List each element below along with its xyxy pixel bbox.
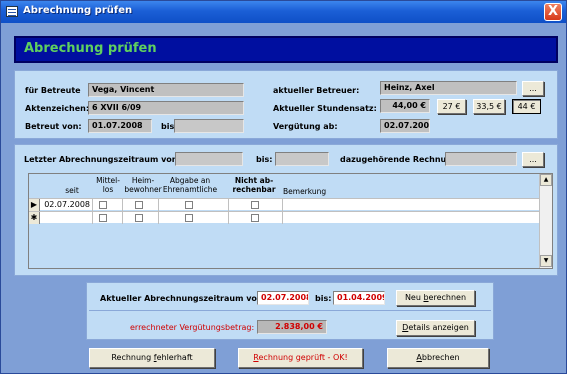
aktenzeichen-field[interactable]: 6 XVII 6/09 <box>88 101 244 115</box>
verguetung-label: Vergütung ab: <box>273 122 338 131</box>
cell-mittellos[interactable] <box>93 199 123 211</box>
cell-seit[interactable]: 02.07.2008 <box>41 199 93 211</box>
summary-divider <box>89 310 491 311</box>
betreuer-label: aktueller Betreuer: <box>273 86 360 95</box>
header-bar: Abrechung prüfen <box>14 36 558 63</box>
ok-label: echnung geprüft - OK! <box>258 353 348 362</box>
letzter-von-field[interactable] <box>175 152 243 166</box>
details-anzeigen-button[interactable]: Details anzeigen <box>396 320 475 336</box>
zeitraum-bis-field[interactable]: 01.04.2009 <box>333 291 385 305</box>
grid-row[interactable]: ▶ 02.07.2008 <box>29 198 540 211</box>
rate-33-5-button[interactable]: 33,5 € <box>473 99 505 114</box>
heimbewohner-checkbox[interactable] <box>135 201 143 209</box>
betreut-von-label: Betreut von: <box>25 122 82 131</box>
current-record-icon: ▶ <box>29 199 40 211</box>
close-button[interactable]: X <box>544 3 562 21</box>
info-panel: für Betreute Vega, Vincent Aktenzeichen:… <box>14 70 558 139</box>
col-nicht-abrechenbar: Nicht ab- rechenbar <box>232 176 276 194</box>
abgabe-checkbox[interactable] <box>185 214 193 222</box>
letzter-bis-field[interactable] <box>275 152 329 166</box>
mittellos-checkbox[interactable] <box>99 214 107 222</box>
betrag-field[interactable]: 2.838,00 € <box>257 320 327 334</box>
betreut-bis-field[interactable] <box>174 119 244 133</box>
nicht-abrechenbar-checkbox[interactable] <box>251 214 259 222</box>
cell-heimbewohner[interactable] <box>123 199 159 211</box>
rechnung-field[interactable] <box>445 152 517 166</box>
window-title: Abrechnung prüfen <box>23 5 133 16</box>
betreute-field[interactable]: Vega, Vincent <box>88 83 244 97</box>
stundensatz-field[interactable]: 44,00 € <box>380 99 430 113</box>
cell-abgabe[interactable] <box>159 199 229 211</box>
col-mittellos: Mittel- los <box>96 176 120 194</box>
details-label: etails anzeigen <box>408 323 469 332</box>
zeitraum-bis-label: bis: <box>315 294 332 303</box>
col-abgabe: Abgabe an Ehrenamtliche <box>162 176 218 194</box>
neu-berechnen-label: Neu <box>404 293 424 302</box>
cell-heimbewohner[interactable] <box>123 212 159 224</box>
neu-berechnen-button[interactable]: Neu berechnen <box>396 290 475 306</box>
nicht-abrechenbar-checkbox[interactable] <box>251 201 259 209</box>
page-title: Abrechung prüfen <box>24 41 157 56</box>
betreute-label: für Betreute <box>25 86 81 95</box>
rechnung-lookup-button[interactable]: ... <box>522 152 544 167</box>
rate-44-button[interactable]: 44 € <box>512 99 541 114</box>
title-bar[interactable]: Abrechnung prüfen X <box>1 1 566 23</box>
summary-panel: Aktueller Abrechnungszeitraum von: 02.07… <box>86 282 494 340</box>
col-seit: seit <box>65 186 79 195</box>
grid-row[interactable]: ✱ <box>29 211 540 224</box>
col-bemerkung: Bemerkung <box>283 187 327 196</box>
verguetung-field[interactable]: 02.07.2008 <box>380 119 430 133</box>
abbrechen-button[interactable]: Abbrechen <box>387 348 489 368</box>
betreut-von-field[interactable]: 01.07.2008 <box>88 119 152 133</box>
form-icon <box>6 6 18 17</box>
cell-abgabe[interactable] <box>159 212 229 224</box>
betrag-label: errechneter Vergütungsbetrag: <box>130 323 255 332</box>
abgabe-checkbox[interactable] <box>185 201 193 209</box>
cell-nicht[interactable] <box>229 199 283 211</box>
mittellos-checkbox[interactable] <box>99 201 107 209</box>
cell-seit[interactable] <box>41 212 93 224</box>
cell-bemerkung[interactable] <box>283 212 540 224</box>
betreuer-lookup-button[interactable]: ... <box>522 81 544 96</box>
new-record-icon: ✱ <box>29 212 40 224</box>
cell-mittellos[interactable] <box>93 212 123 224</box>
betreuer-field[interactable]: Heinz, Axel <box>380 81 517 95</box>
scroll-up-icon[interactable]: ▲ <box>540 174 552 186</box>
abbrechen-label: bbrechen <box>421 353 460 362</box>
rechnung-fehlerhaft-button[interactable]: Rechnung fehlerhaft <box>89 348 215 368</box>
zeitraum-von-field[interactable]: 02.07.2008 <box>257 291 309 305</box>
letzter-bis-label: bis: <box>256 155 273 164</box>
cell-bemerkung[interactable] <box>283 199 540 211</box>
rate-27-button[interactable]: 27 € <box>437 99 466 114</box>
letzter-zeitraum-label: Letzter Abrechnungszeitraum von: <box>24 155 181 164</box>
cell-nicht[interactable] <box>229 212 283 224</box>
betreuung-grid[interactable]: seit Mittel- los Heim- bewohner Abgabe a… <box>28 173 553 269</box>
aktenzeichen-label: Aktenzeichen: <box>25 104 90 113</box>
neu-berechnen-label-rest: erechnen <box>428 293 467 302</box>
fehlerhaft-label-rest: ehlerhaft <box>156 353 193 362</box>
stundensatz-label: Aktueller Stundensatz: <box>273 104 377 113</box>
fehlerhaft-label: Rechnung <box>111 353 154 362</box>
dialog-window: Abrechnung prüfen X Abrechung prüfen für… <box>0 0 567 374</box>
grid-scrollbar[interactable]: ▲ ▼ <box>539 174 552 268</box>
rechnung-ok-button[interactable]: Rechnung geprüft - OK! <box>238 348 363 368</box>
scroll-down-icon[interactable]: ▼ <box>540 255 552 267</box>
rechnung-label: dazugehörende Rechnung: <box>340 155 461 164</box>
zeitraum-label: Aktueller Abrechnungszeitraum von: <box>100 294 266 303</box>
heimbewohner-checkbox[interactable] <box>135 214 143 222</box>
